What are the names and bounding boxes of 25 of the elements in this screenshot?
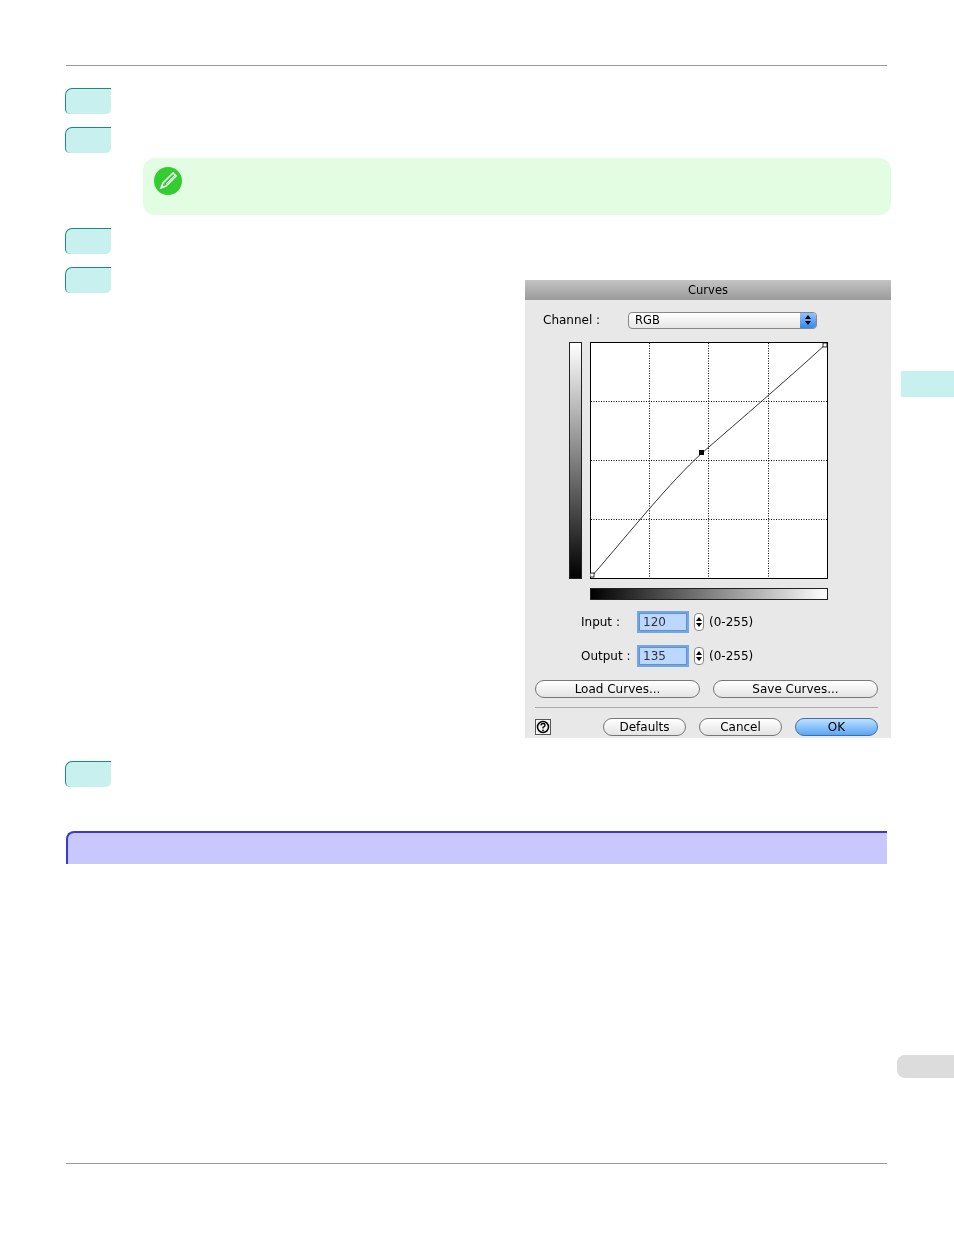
stepper-icon[interactable]: [694, 613, 704, 631]
pencil-icon: [153, 166, 183, 196]
dialog-button[interactable]: Defaults: [603, 718, 686, 736]
range-text: (0-255): [709, 649, 754, 663]
stepper-icon[interactable]: [694, 647, 704, 665]
field-label: Input :: [581, 615, 621, 629]
input-field[interactable]: 120: [639, 613, 687, 631]
curve-graph[interactable]: [590, 342, 828, 579]
dropdown-arrows-icon: [800, 312, 816, 328]
window-title: Curves: [525, 280, 891, 300]
file-button[interactable]: Load Curves...: [535, 680, 700, 698]
help-icon[interactable]: [535, 719, 551, 735]
range-text: (0-255): [709, 615, 754, 629]
field-label: Channel :: [543, 313, 602, 327]
step-marker: [65, 228, 111, 254]
field-label: Output :: [581, 649, 632, 663]
input-field[interactable]: 135: [639, 647, 687, 665]
step-marker: [65, 761, 111, 787]
ok-button[interactable]: OK: [795, 718, 878, 736]
channel-dropdown[interactable]: RGB: [628, 311, 817, 329]
file-button[interactable]: Save Curves...: [713, 680, 878, 698]
step-marker: [65, 127, 111, 153]
step-marker: [65, 267, 111, 293]
step-marker: [65, 88, 111, 114]
dialog-button[interactable]: Cancel: [699, 718, 782, 736]
